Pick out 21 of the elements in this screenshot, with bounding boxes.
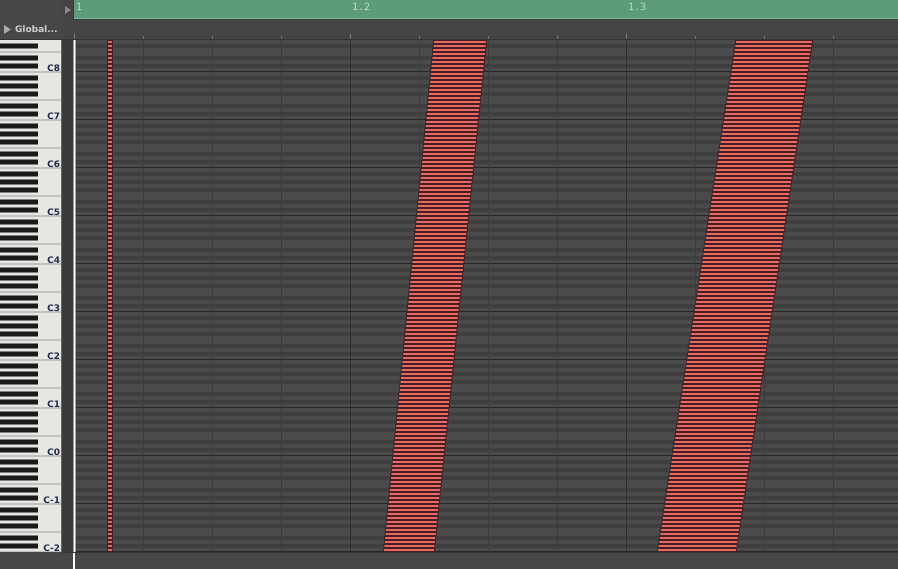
track-label: Global... — [15, 24, 58, 34]
octave-label: C-2 — [43, 544, 60, 552]
bar-marker: 1 — [76, 2, 82, 13]
bar-marker: 1.3 — [628, 2, 646, 13]
bar-marker: 1.2 — [352, 2, 370, 13]
note-stack-drawing[interactable] — [107, 40, 113, 552]
octave-label: C-1 — [43, 496, 60, 506]
piano-keyboard[interactable]: C8 C7 C6 C5 C4 C3 C2 C1 C0 C-1 C-2 — [0, 40, 62, 552]
note-stack-drawing[interactable] — [383, 40, 487, 552]
octave-label: C0 — [47, 448, 60, 458]
note-stack-drawing[interactable] — [657, 40, 813, 552]
octave-label: C4 — [47, 256, 60, 266]
octave-label: C1 — [47, 400, 60, 410]
play-arrow-icon — [64, 6, 70, 14]
note-grid[interactable] — [62, 40, 898, 552]
octave-label: C5 — [47, 208, 60, 218]
octave-label: C7 — [47, 112, 60, 122]
octave-label: C3 — [47, 304, 60, 314]
octave-label: C6 — [47, 160, 60, 170]
octave-label: C8 — [47, 64, 60, 74]
octave-label: C2 — [47, 352, 60, 362]
